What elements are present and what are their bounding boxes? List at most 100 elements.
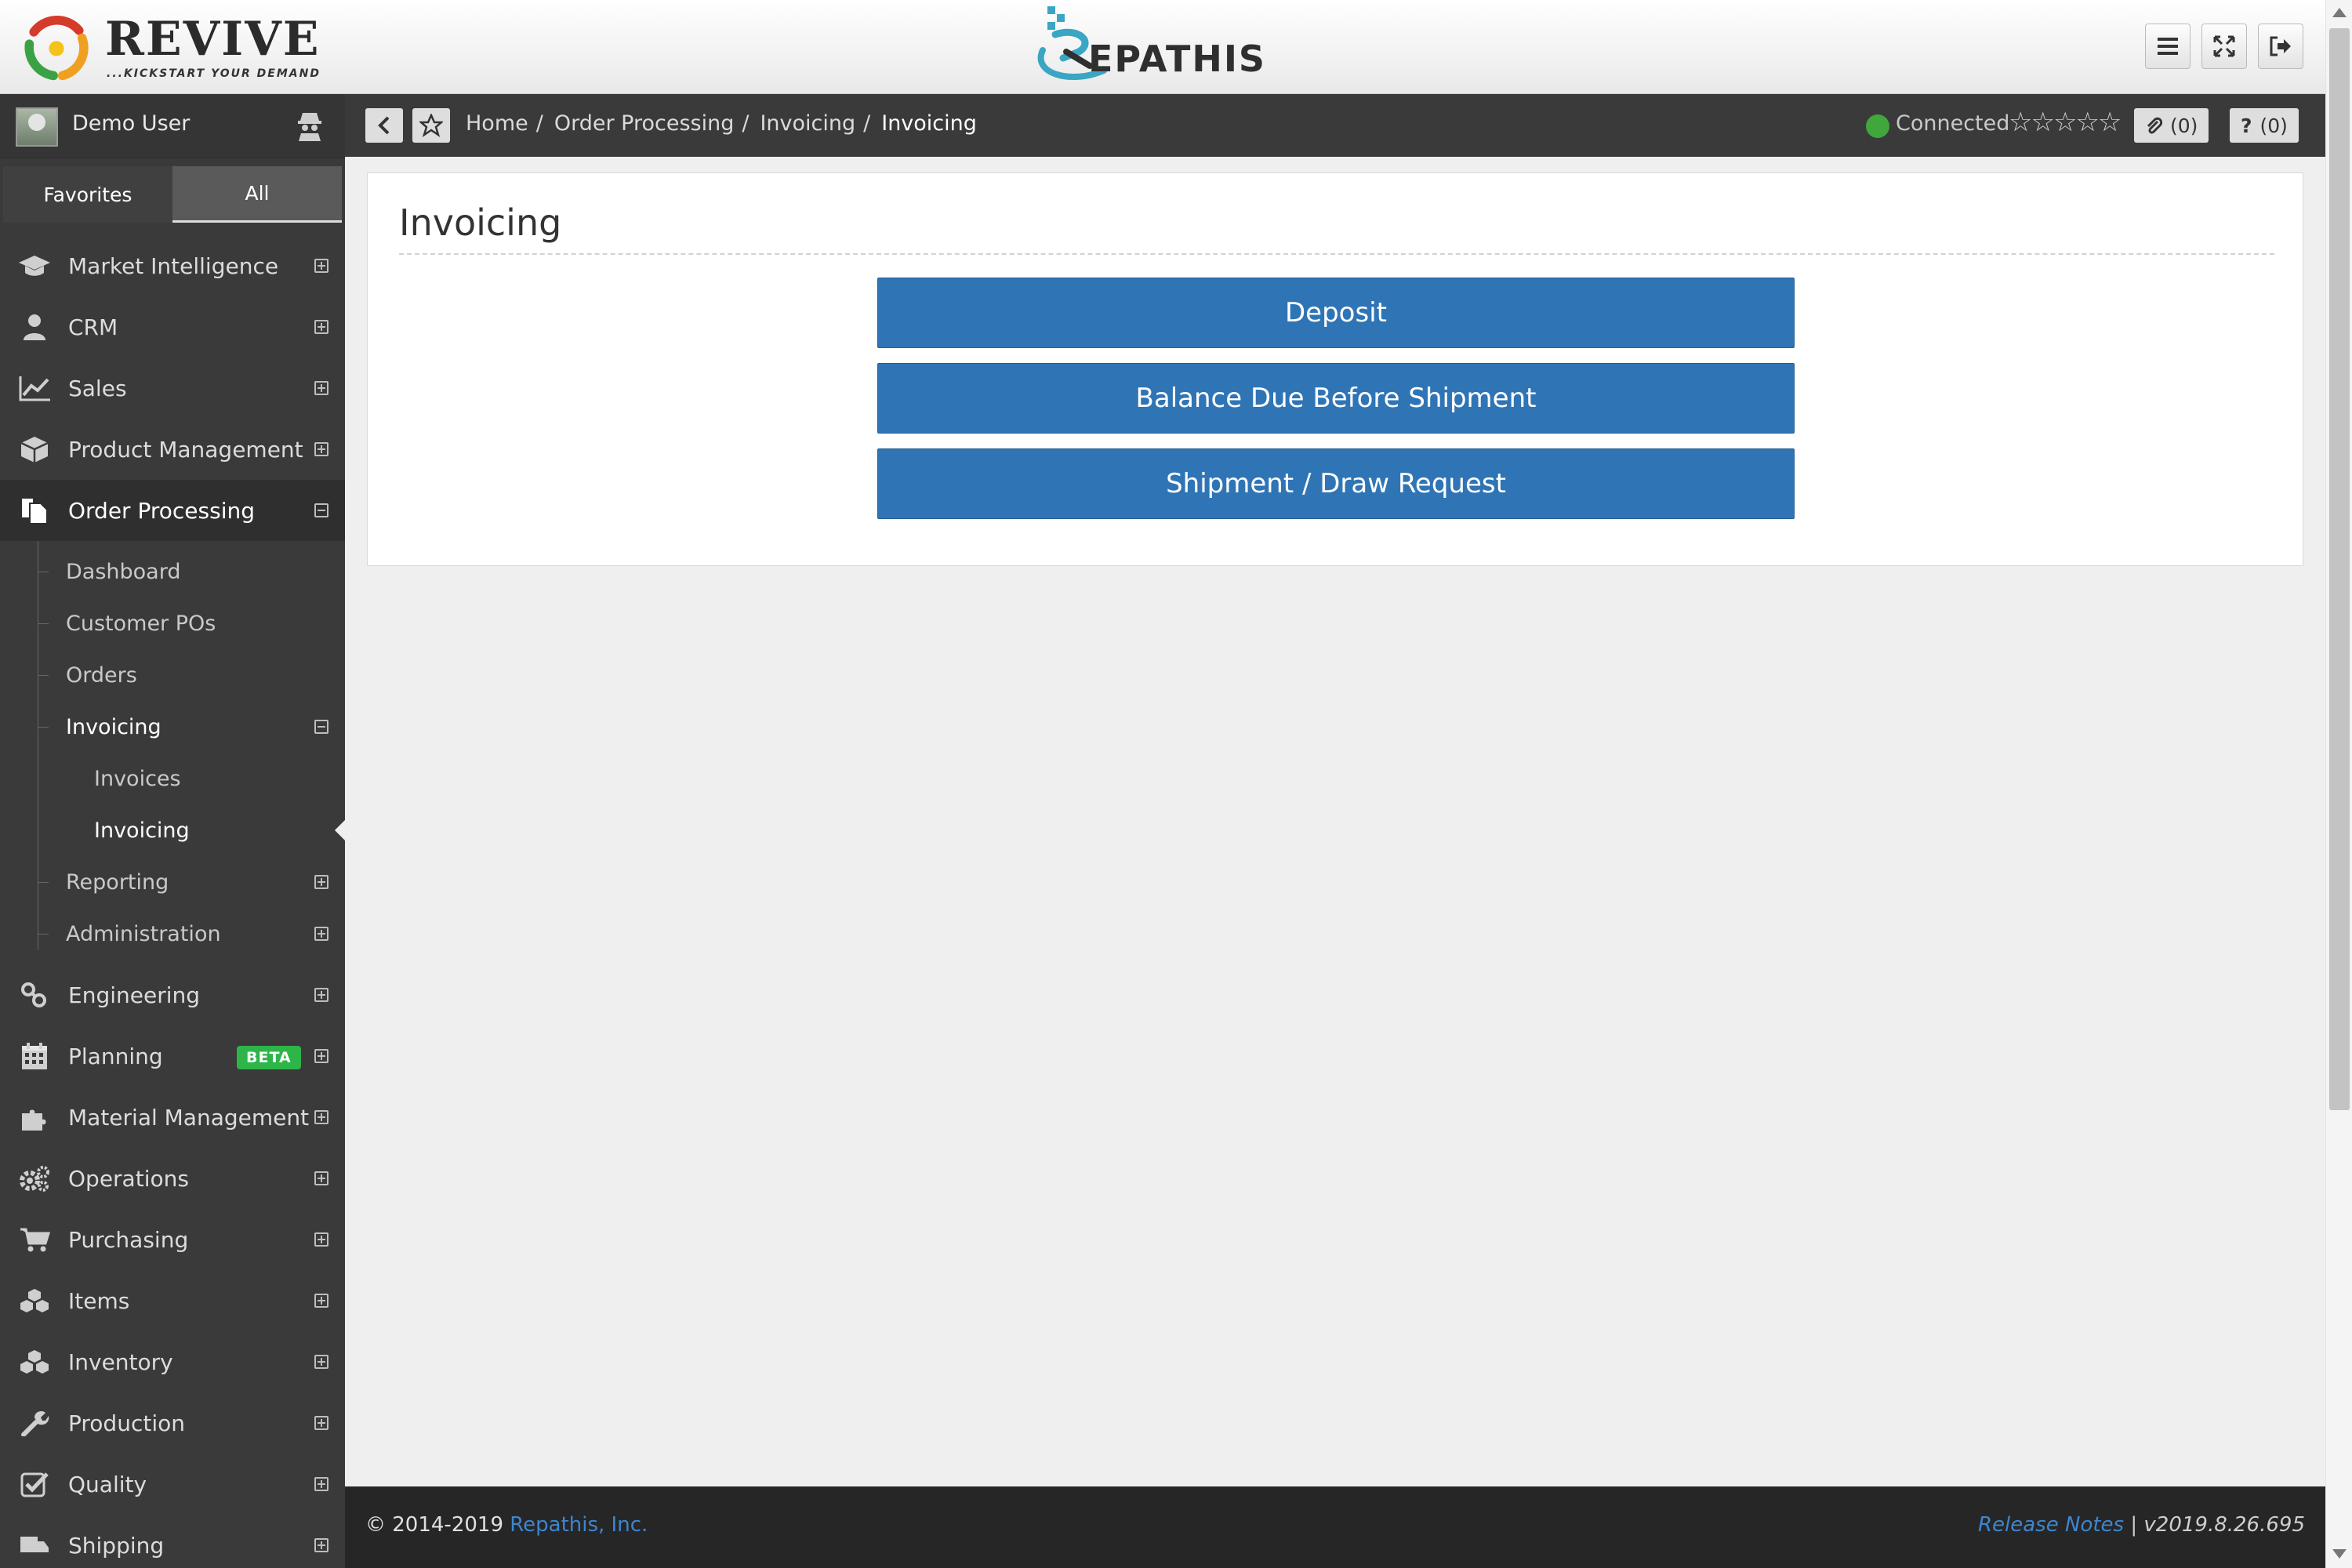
tab-favorites[interactable]: Favorites	[3, 166, 172, 223]
sidebar-item-product-management[interactable]: Product Management	[0, 419, 345, 480]
expand-icon[interactable]	[314, 1049, 328, 1063]
tree-tick	[38, 933, 49, 935]
shipment-draw-request-button[interactable]: Shipment / Draw Request	[877, 448, 1795, 519]
sidebar-item-label: Order Processing	[68, 497, 255, 524]
release-notes-link[interactable]: Release Notes	[1978, 1513, 2124, 1537]
sidebar-item-label: Quality	[68, 1471, 147, 1497]
user-icon	[24, 314, 45, 340]
sidebar-item-engineering[interactable]: Engineering	[0, 964, 345, 1025]
sidebar-item-administration[interactable]: Administration	[0, 908, 345, 960]
repathis-logo[interactable]: EPATHIS	[1032, 3, 1298, 88]
sidebar-item-label: Invoices	[94, 766, 181, 791]
link-icon	[21, 982, 46, 1007]
graduation-cap-icon	[19, 256, 50, 276]
breadcrumb-invoicing[interactable]: Invoicing	[760, 111, 855, 136]
scroll-up-icon[interactable]	[2332, 8, 2347, 17]
order-processing-submenu: Dashboard Customer POs Orders Invoicing …	[0, 541, 345, 964]
breadcrumb-order-processing[interactable]: Order Processing	[554, 111, 735, 136]
sidebar: Demo User Favorites All Market Intellige…	[0, 94, 345, 1568]
calendar-icon	[22, 1043, 47, 1069]
expand-icon[interactable]	[314, 259, 328, 273]
expand-icon[interactable]	[314, 927, 328, 941]
scroll-down-icon[interactable]	[2332, 1549, 2347, 1559]
sidebar-item-material-management[interactable]: Material Management	[0, 1087, 345, 1148]
sidebar-item-invoicing-current[interactable]: Invoicing	[0, 804, 345, 856]
scrollbar[interactable]	[2325, 0, 2352, 1568]
sidebar-item-planning[interactable]: Planning BETA	[0, 1025, 345, 1087]
company-link[interactable]: Repathis, Inc.	[510, 1513, 648, 1537]
version-info: Release Notes | v2019.8.26.695	[1978, 1513, 2305, 1537]
breadcrumb: Home / Order Processing / Invoicing / Invoi…	[466, 111, 977, 136]
spy-icon[interactable]	[296, 110, 323, 141]
expand-icon[interactable]	[314, 1355, 328, 1369]
balance-due-button[interactable]: Balance Due Before Shipment	[877, 363, 1795, 434]
expand-icon[interactable]	[314, 1294, 328, 1308]
sidebar-item-invoicing[interactable]: Invoicing	[0, 701, 345, 753]
sidebar-item-operations[interactable]: Operations	[0, 1148, 345, 1209]
footer-separator: |	[2130, 1513, 2138, 1537]
revive-logo[interactable]: REVIVE ...KICKSTART YOUR DEMAND	[19, 5, 319, 88]
help-button[interactable]: ? (0)	[2230, 108, 2299, 143]
tab-all[interactable]: All	[172, 166, 342, 223]
sidebar-item-crm[interactable]: CRM	[0, 296, 345, 358]
sidebar-item-label: Inventory	[68, 1348, 173, 1375]
sidebar-item-orders[interactable]: Orders	[0, 649, 345, 701]
sidebar-item-label: Reporting	[66, 869, 169, 895]
expand-icon[interactable]	[314, 1232, 328, 1247]
beta-badge: BETA	[237, 1046, 301, 1069]
sidebar-item-customer-pos[interactable]: Customer POs	[0, 597, 345, 649]
sidebar-item-items[interactable]: Items	[0, 1270, 345, 1331]
expand-icon[interactable]	[314, 320, 328, 334]
sidebar-item-label: Dashboard	[66, 559, 181, 584]
connection-status: Connected	[1896, 111, 2010, 136]
expand-icon[interactable]	[314, 1477, 328, 1491]
sidebar-nav: Market Intelligence CRM Sales Product Ma…	[0, 235, 345, 1568]
expand-icon[interactable]	[314, 988, 328, 1002]
sidebar-item-sales[interactable]: Sales	[0, 358, 345, 419]
expand-icon[interactable]	[314, 1110, 328, 1124]
sidebar-item-label: Product Management	[68, 436, 303, 463]
expand-icon[interactable]	[314, 381, 328, 395]
breadcrumb-home[interactable]: Home	[466, 111, 528, 136]
help-count: (0)	[2259, 114, 2288, 137]
menu-button[interactable]	[2145, 24, 2190, 69]
expand-icon[interactable]	[314, 875, 328, 889]
sidebar-item-invoices[interactable]: Invoices	[0, 753, 345, 804]
sidebar-item-production[interactable]: Production	[0, 1392, 345, 1454]
back-button[interactable]	[365, 108, 403, 143]
sidebar-item-label: Production	[68, 1410, 185, 1436]
scroll-thumb[interactable]	[2329, 28, 2350, 1110]
tree-tick	[38, 622, 49, 624]
attachments-button[interactable]: (0)	[2134, 108, 2209, 143]
sidebar-item-dashboard[interactable]: Dashboard	[0, 546, 345, 597]
sidebar-item-market-intelligence[interactable]: Market Intelligence	[0, 235, 345, 296]
sidebar-item-reporting[interactable]: Reporting	[0, 856, 345, 908]
title-divider	[399, 253, 2274, 255]
copyright-text: © 2014-2019	[365, 1513, 503, 1537]
avatar[interactable]	[16, 107, 58, 147]
sidebar-tabs: Favorites All	[3, 166, 342, 223]
gears-icon	[20, 1166, 49, 1192]
cubes-icon	[20, 1289, 49, 1312]
sidebar-item-quality[interactable]: Quality	[0, 1454, 345, 1515]
sidebar-item-label: Sales	[68, 375, 127, 401]
expand-icon[interactable]	[314, 1538, 328, 1552]
collapse-icon[interactable]	[314, 720, 328, 734]
user-panel[interactable]: Demo User	[0, 94, 345, 158]
collapse-icon[interactable]	[314, 503, 328, 517]
deposit-button[interactable]: Deposit	[877, 278, 1795, 348]
logout-button[interactable]	[2258, 24, 2303, 69]
sidebar-item-label: Shipping	[68, 1532, 165, 1559]
rating-stars[interactable]: ☆☆☆☆☆	[2009, 107, 2122, 138]
tree-tick	[38, 881, 49, 883]
sidebar-item-shipping[interactable]: Shipping	[0, 1515, 345, 1568]
expand-icon[interactable]	[314, 1171, 328, 1185]
fullscreen-button[interactable]	[2201, 24, 2247, 69]
line-chart-icon	[19, 376, 50, 401]
sidebar-item-inventory[interactable]: Inventory	[0, 1331, 345, 1392]
expand-icon[interactable]	[314, 442, 328, 456]
favorite-button[interactable]	[412, 108, 450, 143]
expand-icon[interactable]	[314, 1416, 328, 1430]
sidebar-item-purchasing[interactable]: Purchasing	[0, 1209, 345, 1270]
sidebar-item-order-processing[interactable]: Order Processing	[0, 480, 345, 541]
